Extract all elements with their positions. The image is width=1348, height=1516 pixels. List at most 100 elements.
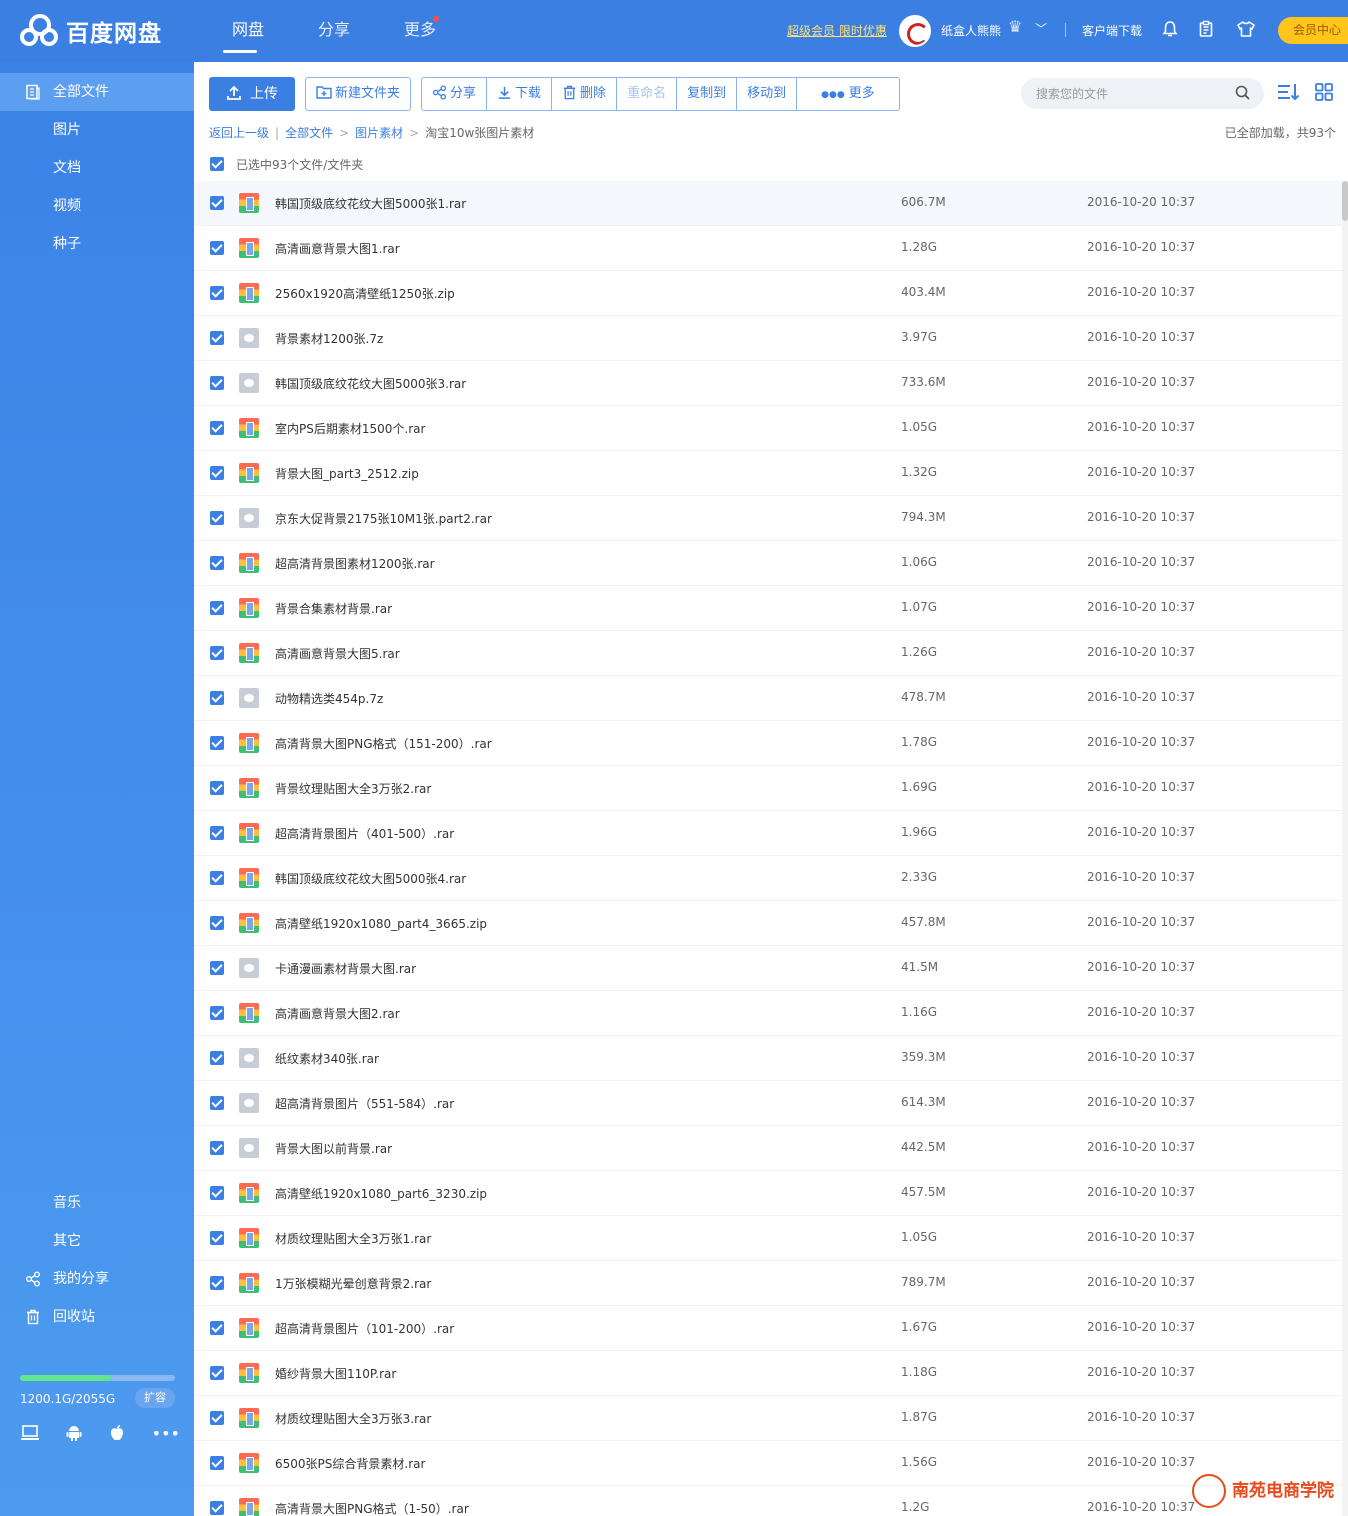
table-row[interactable]: 动物精选类454p.7z 478.7M 2016-10-20 10:37 — [194, 676, 1342, 721]
sidebar-item-images[interactable]: 图片 — [0, 111, 194, 149]
file-name[interactable]: 高清背景大图PNG格式（1-50）.rar — [275, 1500, 469, 1516]
table-row[interactable]: 超高清背景图素材1200张.rar 1.06G 2016-10-20 10:37 — [194, 541, 1342, 586]
row-checkbox[interactable] — [210, 241, 224, 255]
sidebar-item-documents[interactable]: 文档 — [0, 149, 194, 187]
row-checkbox[interactable] — [210, 1456, 224, 1470]
row-checkbox[interactable] — [210, 466, 224, 480]
scrollbar[interactable] — [1342, 181, 1348, 1516]
file-name[interactable]: 背景大图以前背景.rar — [275, 1140, 392, 1157]
clipboard-icon[interactable] — [1196, 20, 1216, 40]
file-name[interactable]: 背景大图_part3_2512.zip — [275, 465, 419, 482]
table-row[interactable]: 1万张模糊光晕创意背景2.rar 789.7M 2016-10-20 10:37 — [194, 1261, 1342, 1306]
table-row[interactable]: 高清背景大图PNG格式（151-200）.rar 1.78G 2016-10-20 … — [194, 721, 1342, 766]
tab-netdisk[interactable]: 网盘 — [205, 0, 291, 62]
table-row[interactable]: 韩国顶级底纹花纹大图5000张1.rar 606.7M 2016-10-20 10:… — [194, 181, 1342, 226]
sidebar-item-videos[interactable]: 视频 — [0, 187, 194, 225]
tab-more[interactable]: 更多 — [377, 0, 463, 62]
apple-icon[interactable] — [108, 1424, 126, 1444]
row-checkbox[interactable] — [210, 1366, 224, 1380]
row-checkbox[interactable] — [210, 421, 224, 435]
avatar[interactable] — [899, 15, 931, 47]
table-row[interactable]: 韩国顶级底纹花纹大图5000张4.rar 2.33G 2016-10-20 10:3… — [194, 856, 1342, 901]
row-checkbox[interactable] — [210, 961, 224, 975]
file-name[interactable]: 卡通漫画素材背景大图.rar — [275, 960, 416, 977]
file-name[interactable]: 纸纹素材340张.rar — [275, 1050, 379, 1067]
new-folder-button[interactable]: 新建文件夹 — [305, 77, 412, 111]
row-checkbox[interactable] — [210, 781, 224, 795]
row-checkbox[interactable] — [210, 196, 224, 210]
row-checkbox[interactable] — [210, 1501, 224, 1515]
table-row[interactable]: 6500张PS综合背景素材.rar 1.56G 2016-10-20 10:37 — [194, 1441, 1342, 1486]
row-checkbox[interactable] — [210, 331, 224, 345]
file-name[interactable]: 高清壁纸1920x1080_part4_3665.zip — [275, 915, 487, 932]
row-checkbox[interactable] — [210, 871, 224, 885]
table-row[interactable]: 室内PS后期素材1500个.rar 1.05G 2016-10-20 10:37 — [194, 406, 1342, 451]
move-to-button[interactable]: 移动到 — [737, 77, 798, 111]
table-row[interactable]: 高清壁纸1920x1080_part6_3230.zip 457.5M 2016-1… — [194, 1171, 1342, 1216]
file-name[interactable]: 婚纱背景大图110P.rar — [275, 1365, 396, 1382]
file-name[interactable]: 韩国顶级底纹花纹大图5000张4.rar — [275, 870, 466, 887]
table-row[interactable]: 高清画意背景大图2.rar 1.16G 2016-10-20 10:37 — [194, 991, 1342, 1036]
sidebar-item-my-shares[interactable]: 我的分享 — [0, 1260, 194, 1298]
row-checkbox[interactable] — [210, 556, 224, 570]
file-name[interactable]: 高清画意背景大图1.rar — [275, 240, 400, 257]
rename-button[interactable]: 重命名 — [617, 77, 678, 111]
file-name[interactable]: 韩国顶级底纹花纹大图5000张1.rar — [275, 195, 466, 212]
username[interactable]: 纸盒人熊熊 — [941, 22, 1001, 39]
row-checkbox[interactable] — [210, 1006, 224, 1020]
table-row[interactable]: 韩国顶级底纹花纹大图5000张3.rar 733.6M 2016-10-20 10:… — [194, 361, 1342, 406]
table-row[interactable]: 纸纹素材340张.rar 359.3M 2016-10-20 10:37 — [194, 1036, 1342, 1081]
sidebar-item-other[interactable]: 其它 — [0, 1222, 194, 1260]
tshirt-icon[interactable] — [1236, 20, 1256, 40]
table-row[interactable]: 超高清背景图片（401-500）.rar 1.96G 2016-10-20 10:3… — [194, 811, 1342, 856]
row-checkbox[interactable] — [210, 511, 224, 525]
file-name[interactable]: 背景纹理贴图大全3万张2.rar — [275, 780, 431, 797]
row-checkbox[interactable] — [210, 1096, 224, 1110]
table-row[interactable]: 材质纹理贴图大全3万张1.rar 1.05G 2016-10-20 10:37 — [194, 1216, 1342, 1261]
file-name[interactable]: 动物精选类454p.7z — [275, 690, 383, 707]
vip-center-button[interactable]: 会员中心 — [1278, 17, 1348, 44]
share-button[interactable]: 分享 — [421, 77, 488, 111]
file-name[interactable]: 超高清背景图素材1200张.rar — [275, 555, 435, 572]
client-download-link[interactable]: 客户端下载 — [1082, 22, 1142, 39]
upload-button[interactable]: 上传 — [209, 77, 295, 111]
row-checkbox[interactable] — [210, 376, 224, 390]
row-checkbox[interactable] — [210, 1186, 224, 1200]
download-button[interactable]: 下载 — [487, 77, 553, 111]
file-name[interactable]: 1万张模糊光晕创意背景2.rar — [275, 1275, 431, 1292]
table-row[interactable]: 背景素材1200张.7z 3.97G 2016-10-20 10:37 — [194, 316, 1342, 361]
copy-to-button[interactable]: 复制到 — [677, 77, 738, 111]
more-button[interactable]: ●●● 更多 — [797, 77, 900, 111]
table-row[interactable]: 高清画意背景大图5.rar 1.26G 2016-10-20 10:37 — [194, 631, 1342, 676]
table-row[interactable]: 婚纱背景大图110P.rar 1.18G 2016-10-20 10:37 — [194, 1351, 1342, 1396]
row-checkbox[interactable] — [210, 1321, 224, 1335]
search-icon[interactable] — [1234, 84, 1252, 102]
file-name[interactable]: 高清背景大图PNG格式（151-200）.rar — [275, 735, 492, 752]
sidebar-item-recycle-bin[interactable]: 回收站 — [0, 1298, 194, 1336]
table-row[interactable]: 材质纹理贴图大全3万张3.rar 1.87G 2016-10-20 10:37 — [194, 1396, 1342, 1441]
laptop-icon[interactable] — [20, 1424, 40, 1444]
row-checkbox[interactable] — [210, 601, 224, 615]
file-name[interactable]: 高清壁纸1920x1080_part6_3230.zip — [275, 1185, 487, 1202]
row-checkbox[interactable] — [210, 1141, 224, 1155]
table-row[interactable]: 背景纹理贴图大全3万张2.rar 1.69G 2016-10-20 10:37 — [194, 766, 1342, 811]
breadcrumb-all-files[interactable]: 全部文件 — [285, 126, 333, 140]
file-name[interactable]: 背景素材1200张.7z — [275, 330, 383, 347]
chevron-down-icon[interactable]: ﹀ — [1035, 20, 1047, 37]
table-row[interactable]: 背景合集素材背景.rar 1.07G 2016-10-20 10:37 — [194, 586, 1342, 631]
sidebar-item-all-files[interactable]: 全部文件 — [0, 73, 194, 111]
row-checkbox[interactable] — [210, 646, 224, 660]
row-checkbox[interactable] — [210, 1276, 224, 1290]
table-row[interactable]: 超高清背景图片（551-584）.rar 614.3M 2016-10-20 10:… — [194, 1081, 1342, 1126]
table-row[interactable]: 背景大图_part3_2512.zip 1.32G 2016-10-20 10:37 — [194, 451, 1342, 496]
file-name[interactable]: 京东大促背景2175张10M1张.part2.rar — [275, 510, 492, 527]
row-checkbox[interactable] — [210, 286, 224, 300]
row-checkbox[interactable] — [210, 736, 224, 750]
row-checkbox[interactable] — [210, 1051, 224, 1065]
vip-promo-link[interactable]: 超级会员 限时优惠 — [787, 22, 887, 39]
tab-share[interactable]: 分享 — [291, 0, 377, 62]
breadcrumb-image-assets[interactable]: 图片素材 — [355, 126, 403, 140]
more-dots-icon[interactable]: ••• — [152, 1424, 180, 1444]
row-checkbox[interactable] — [210, 826, 224, 840]
table-row[interactable]: 卡通漫画素材背景大图.rar 41.5M 2016-10-20 10:37 — [194, 946, 1342, 991]
